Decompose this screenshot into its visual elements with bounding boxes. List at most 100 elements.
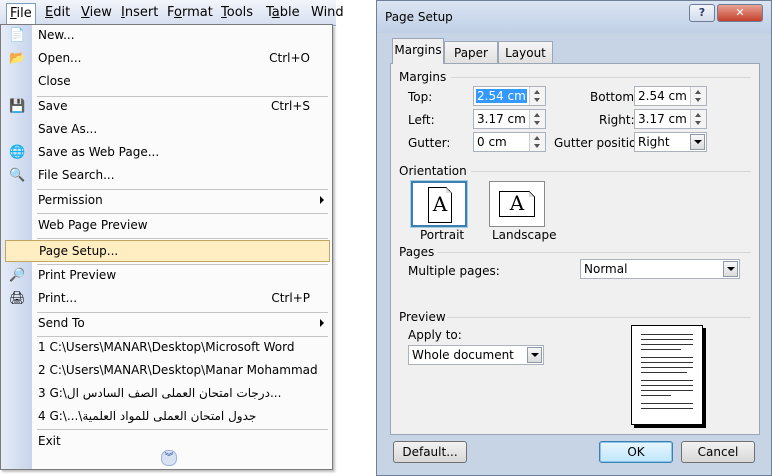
gutter-position-select[interactable]: Right: [634, 132, 707, 152]
apply-to-label: Apply to:: [408, 328, 462, 342]
spin-down-icon: [534, 98, 540, 102]
menu-item-web-page-preview[interactable]: Web Page Preview: [32, 215, 330, 237]
menu-file[interactable]: File: [6, 3, 36, 26]
print-preview-icon: 🔎: [9, 268, 26, 283]
file-search-icon: 🔍: [9, 168, 26, 183]
menu-table[interactable]: Table: [263, 3, 303, 22]
preview-text-line: [641, 380, 693, 381]
group-divider: [437, 252, 751, 253]
cancel-button[interactable]: Cancel: [681, 441, 755, 463]
save-disk-icon: 💾: [9, 99, 26, 114]
menu-item-recent-4[interactable]: 4 G:\...\جدول امتحان العملى للمواد العلم…: [32, 406, 330, 428]
open-folder-icon: 📂: [9, 51, 26, 66]
bottom-margin-spinner[interactable]: 2.54 cm: [634, 86, 707, 106]
close-button[interactable]: ✕: [717, 4, 763, 22]
menu-tools[interactable]: Tools: [218, 3, 256, 22]
spinner-value: 2.54 cm: [476, 89, 527, 103]
help-button[interactable]: ?: [689, 4, 715, 22]
spinner-buttons[interactable]: [529, 87, 545, 105]
menu-item-save[interactable]: Save Ctrl+S: [32, 96, 330, 118]
spinner-buttons[interactable]: [690, 87, 706, 105]
select-value: Right: [638, 135, 670, 149]
menu-item-save-as[interactable]: Save As...: [32, 119, 330, 141]
chevron-down-icon[interactable]: [690, 134, 705, 150]
menu-window[interactable]: Wind: [308, 3, 347, 22]
tab-label: Layout: [505, 46, 546, 60]
page-setup-dialog: Page Setup ? ✕ Margins Paper Layout Marg…: [376, 0, 772, 476]
left-margin-spinner[interactable]: 3.17 cm: [473, 109, 546, 129]
menu-item-file-search[interactable]: File Search...: [32, 165, 330, 187]
menu-item-print[interactable]: Print... Ctrl+P: [32, 288, 330, 310]
menu-item-new[interactable]: New...: [32, 25, 330, 47]
menu-item-print-preview[interactable]: Print Preview: [32, 265, 330, 287]
spin-up-icon: [695, 90, 701, 94]
dialog-title: Page Setup: [385, 10, 453, 24]
chevron-down-icon[interactable]: [723, 261, 738, 277]
tab-margins[interactable]: Margins: [392, 38, 444, 64]
menu-item-label: Permission: [38, 193, 103, 207]
menu-item-send-to[interactable]: Send To: [32, 313, 330, 335]
spinner-buttons[interactable]: [529, 110, 545, 128]
top-margin-spinner[interactable]: 2.54 cm: [473, 86, 546, 106]
spin-up-icon: [695, 113, 701, 117]
multiple-pages-select[interactable]: Normal: [580, 259, 740, 279]
menu-item-label: Save as Web Page...: [38, 145, 160, 159]
gutter-label: Gutter:: [408, 136, 451, 150]
printer-icon: 🖨: [9, 291, 26, 306]
menu-item-label: Save As...: [38, 122, 98, 136]
menu-item-save-web-page[interactable]: Save as Web Page...: [32, 142, 330, 164]
preview-text-line: [641, 390, 693, 391]
menu-item-open[interactable]: Open... Ctrl+O: [32, 48, 330, 70]
landscape-option[interactable]: A: [489, 181, 545, 227]
menu-insert[interactable]: Insert: [118, 3, 161, 22]
gutter-spinner[interactable]: 0 cm: [473, 132, 546, 152]
left-label: Left:: [408, 113, 435, 127]
select-value: Normal: [584, 262, 628, 276]
bottom-label: Bottom:: [590, 90, 639, 104]
menu-item-label: New...: [38, 28, 75, 42]
spinner-buttons[interactable]: [690, 110, 706, 128]
menu-item-page-setup[interactable]: Page Setup...: [5, 240, 330, 262]
preview-text-line: [641, 344, 693, 345]
apply-to-select[interactable]: Whole document: [408, 345, 544, 365]
menu-item-permission[interactable]: Permission: [32, 190, 330, 212]
default-button[interactable]: Default...: [393, 441, 467, 463]
shortcut-label: Ctrl+P: [271, 291, 310, 305]
group-divider: [447, 317, 751, 318]
spin-down-icon: [534, 121, 540, 125]
spin-down-icon: [695, 98, 701, 102]
portrait-page-icon: A: [428, 187, 452, 223]
chevron-down-icon[interactable]: [527, 347, 542, 363]
right-label: Right:: [599, 113, 635, 127]
portrait-option[interactable]: A: [411, 181, 467, 227]
spin-up-icon: [534, 136, 540, 140]
menu-edit[interactable]: Edit: [42, 3, 73, 22]
group-label-margins: Margins: [399, 70, 447, 84]
menu-item-label: Close: [38, 74, 71, 88]
preview-text-line: [641, 385, 693, 386]
portrait-label: Portrait: [420, 228, 465, 242]
spinner-value: 3.17 cm: [638, 112, 687, 126]
tab-label: Paper: [454, 46, 488, 60]
menu-item-close[interactable]: Close: [32, 71, 330, 93]
menu-view[interactable]: View: [78, 3, 115, 22]
spinner-buttons[interactable]: [529, 133, 545, 151]
menu-item-label: 1 C:\Users\MANAR\Desktop\Microsoft Word: [38, 340, 295, 354]
tab-paper[interactable]: Paper: [444, 41, 498, 64]
menu-item-recent-1[interactable]: 1 C:\Users\MANAR\Desktop\Microsoft Word: [32, 337, 330, 359]
spin-up-icon: [534, 113, 540, 117]
spinner-value: 2.54 cm: [638, 89, 687, 103]
right-margin-spinner[interactable]: 3.17 cm: [634, 109, 707, 129]
chevron-double-down-icon[interactable]: ︾: [161, 450, 177, 466]
tab-layout[interactable]: Layout: [498, 41, 553, 64]
menu-format[interactable]: Format: [164, 3, 216, 22]
ok-button[interactable]: OK: [599, 441, 673, 463]
menu-item-exit[interactable]: Exit: [32, 431, 330, 453]
menu-item-label: Web Page Preview: [38, 218, 148, 232]
menu-item-label: 4 G:\...\جدول امتحان العملى للمواد العلم…: [38, 409, 257, 423]
menu-item-recent-2[interactable]: 2 C:\Users\MANAR\Desktop\Manar Mohammad: [32, 360, 330, 382]
menu-item-label: Page Setup...: [39, 244, 119, 258]
menu-item-label: 2 C:\Users\MANAR\Desktop\Manar Mohammad: [38, 363, 318, 377]
menu-item-recent-3[interactable]: 3 G:\درجات امتحان العملى الصف السادس ال.…: [32, 383, 330, 405]
submenu-arrow-icon: [320, 196, 324, 204]
